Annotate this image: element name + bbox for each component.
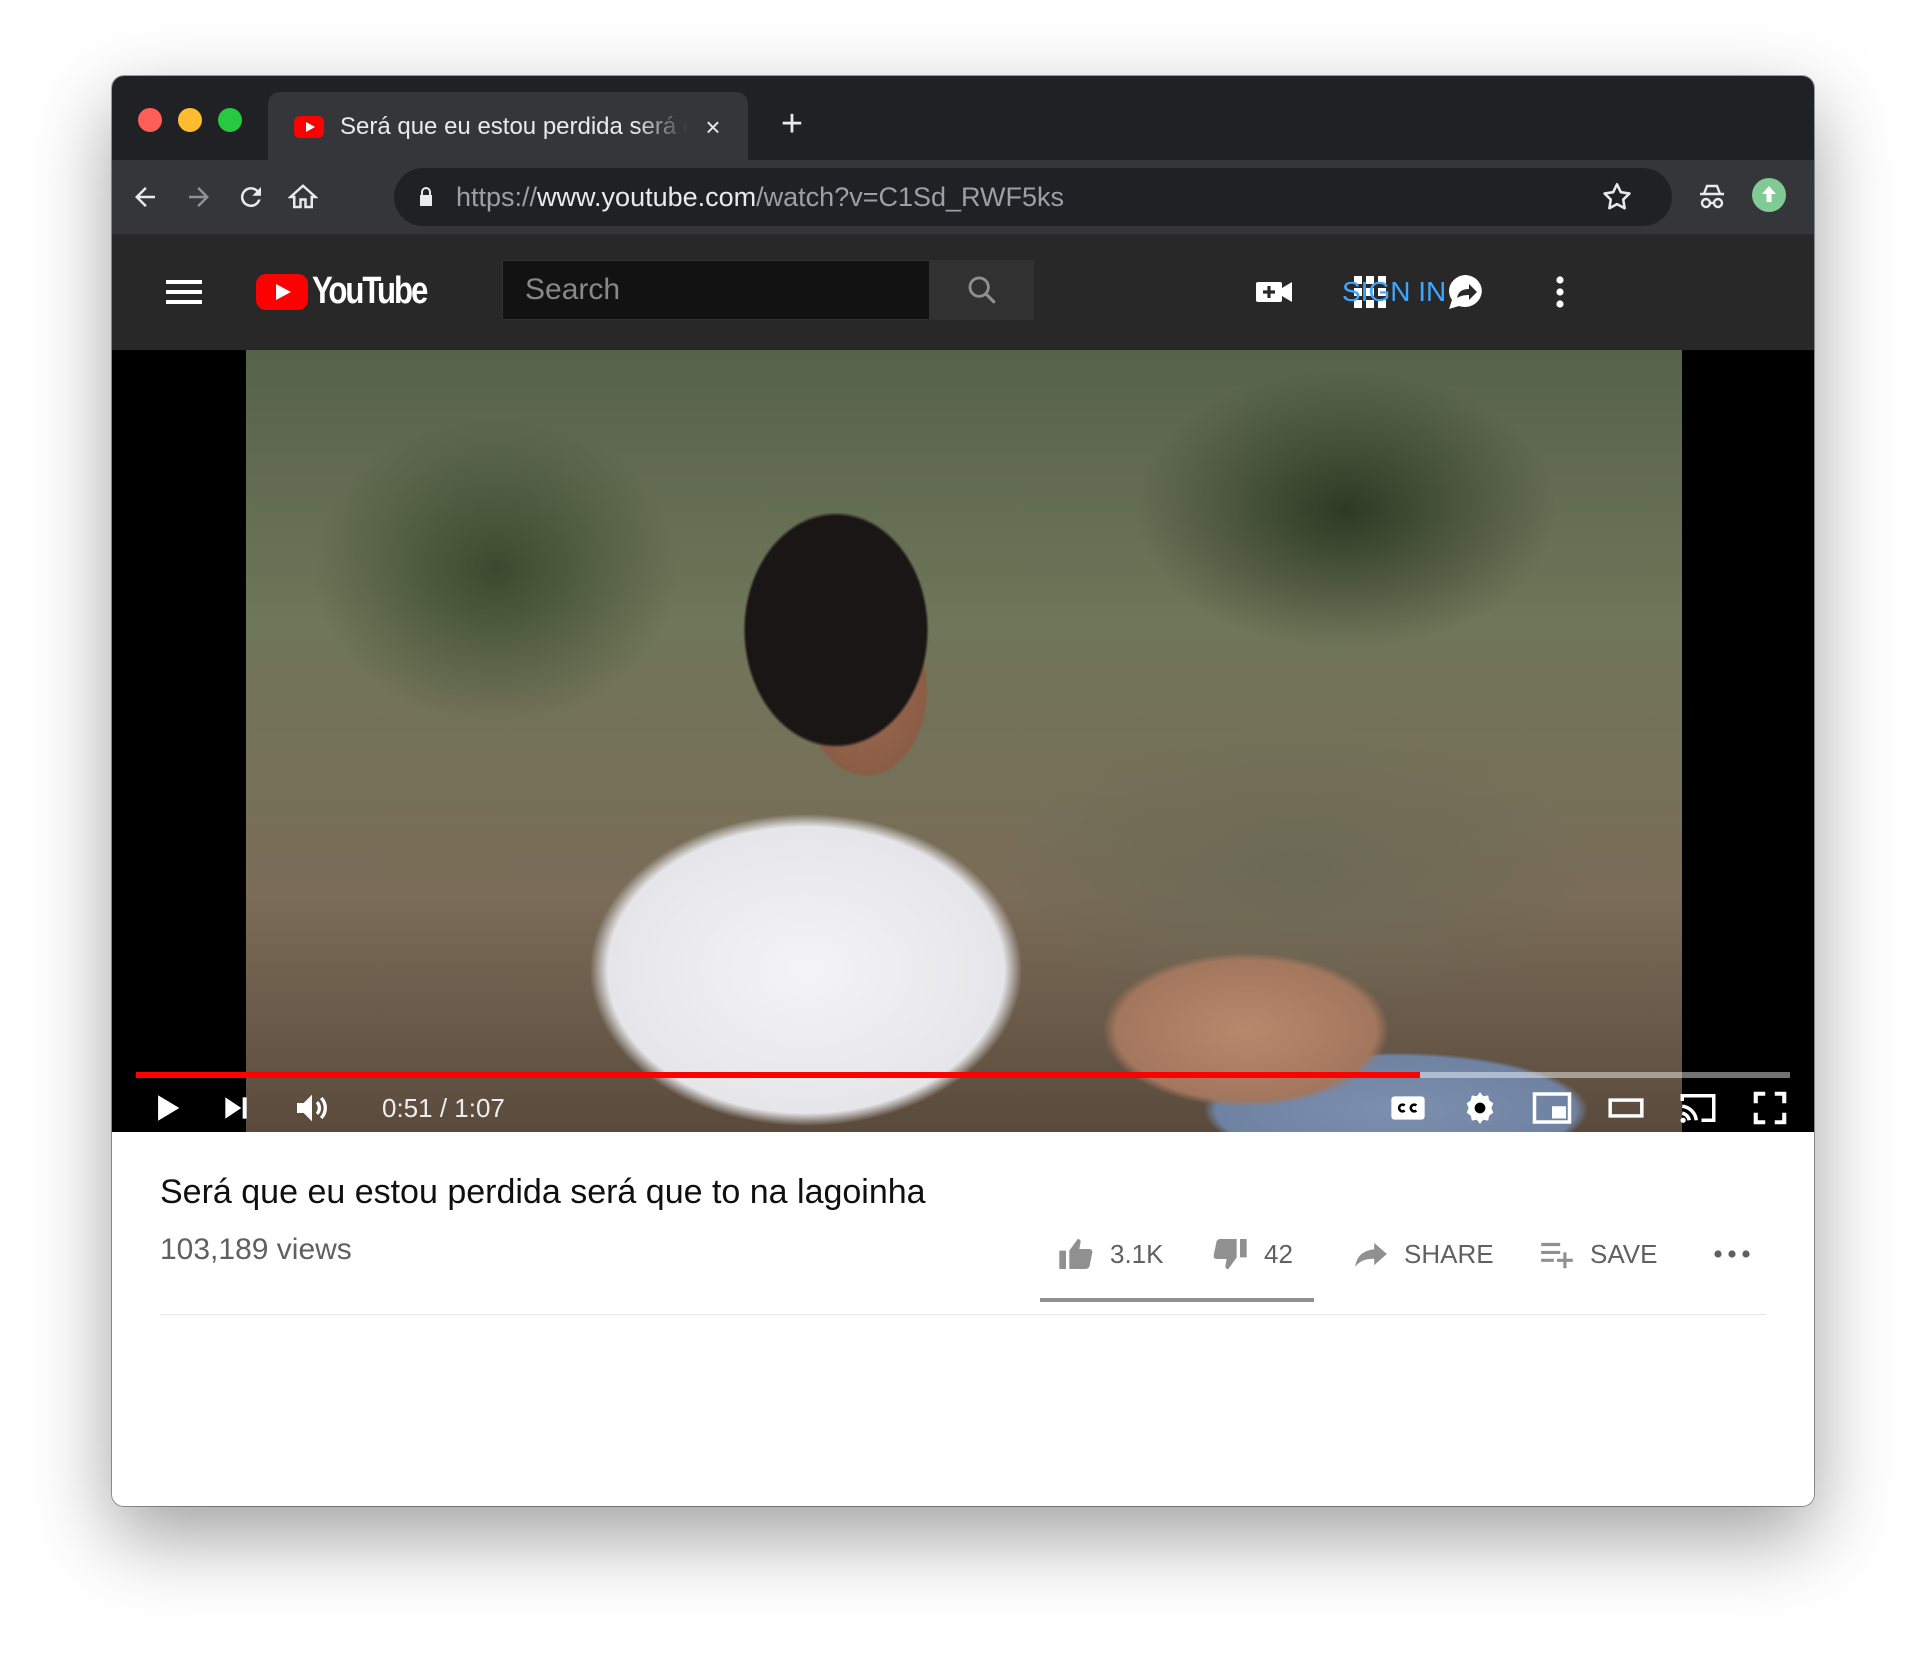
mute-button[interactable]	[290, 1086, 334, 1130]
back-arrow-icon	[135, 187, 155, 207]
hamburger-menu-icon[interactable]	[164, 276, 204, 308]
sentiment-bar	[1040, 1298, 1314, 1302]
subtitles-button[interactable]	[1386, 1086, 1430, 1130]
like-button[interactable]: 3.1K	[1056, 1234, 1164, 1274]
save-label: SAVE	[1590, 1238, 1658, 1269]
next-button[interactable]	[214, 1086, 258, 1130]
more-vert-icon[interactable]	[1540, 272, 1580, 312]
youtube-favicon-icon	[294, 116, 324, 138]
youtube-play-logo-icon	[256, 274, 308, 310]
search-input[interactable]	[503, 261, 929, 319]
tab-title: Será que eu estou perdida será que to na…	[340, 113, 688, 140]
new-tab-button[interactable]: +	[772, 104, 812, 144]
share-button[interactable]: SHARE	[1352, 1234, 1494, 1274]
home-button[interactable]	[282, 176, 324, 218]
thumbs-down-icon	[1213, 1239, 1247, 1269]
time-separator: /	[432, 1093, 455, 1123]
maximize-window-button[interactable]	[218, 108, 242, 132]
save-button[interactable]: SAVE	[1538, 1234, 1657, 1274]
video-player[interactable]: 0:51 / 1:07	[112, 350, 1814, 1132]
profile-avatar[interactable]	[1752, 178, 1786, 212]
time-display: 0:51 / 1:07	[382, 1090, 505, 1126]
messages-icon[interactable]	[1446, 272, 1486, 312]
dislike-count: 42	[1264, 1238, 1293, 1269]
play-button[interactable]	[146, 1086, 190, 1130]
time-current: 0:51	[382, 1093, 433, 1123]
close-window-button[interactable]	[138, 108, 162, 132]
fullscreen-button[interactable]	[1748, 1086, 1792, 1130]
reload-icon	[240, 187, 261, 208]
url-text[interactable]: https://www.youtube.com/watch?v=C1Sd_RWF…	[456, 181, 1064, 213]
forward-arrow-icon	[189, 187, 209, 207]
search-box	[502, 260, 930, 320]
share-label: SHARE	[1404, 1238, 1494, 1269]
playlist-add-icon	[1541, 1242, 1573, 1269]
volume-icon	[297, 1094, 327, 1122]
url-scheme: https://	[456, 182, 538, 212]
url-host: www.youtube.com	[537, 182, 757, 212]
fullscreen-icon	[1753, 1091, 1787, 1125]
video-title: Será que eu estou perdida será que to na…	[160, 1173, 926, 1211]
settings-button[interactable]	[1458, 1086, 1502, 1130]
miniplayer-icon	[1532, 1092, 1572, 1124]
browser-window: Será que eu estou perdida será que to na…	[112, 76, 1814, 1506]
share-arrow-icon	[1355, 1242, 1387, 1267]
miniplayer-button[interactable]	[1530, 1086, 1574, 1130]
player-controls: 0:51 / 1:07	[112, 1080, 1814, 1132]
skip-next-icon	[225, 1097, 247, 1119]
tab-strip: Será que eu estou perdida será que to na…	[112, 76, 1814, 160]
home-icon	[288, 184, 318, 209]
time-duration: 1:07	[454, 1093, 505, 1123]
sign-in-button[interactable]: SIGN IN	[1342, 272, 1446, 312]
back-button[interactable]	[124, 176, 166, 218]
browser-toolbar: https://www.youtube.com/watch?v=C1Sd_RWF…	[112, 160, 1814, 234]
create-video-icon[interactable]	[1254, 272, 1294, 312]
info-divider	[160, 1314, 1766, 1315]
view-count: 103,189 views	[160, 1233, 352, 1266]
dislike-button[interactable]: 42	[1210, 1234, 1293, 1274]
theater-mode-button[interactable]	[1604, 1086, 1648, 1130]
update-arrow-icon	[1762, 186, 1776, 202]
cast-icon	[1680, 1094, 1716, 1123]
youtube-masthead: YouTube SIGN IN	[112, 234, 1814, 350]
closed-captions-icon	[1391, 1096, 1425, 1120]
more-actions-button[interactable]	[1710, 1234, 1768, 1274]
url-path: /watch?v=C1Sd_RWF5ks	[756, 182, 1065, 212]
incognito-icon[interactable]	[1692, 176, 1732, 216]
address-bar[interactable]: https://www.youtube.com/watch?v=C1Sd_RWF…	[394, 168, 1672, 226]
minimize-window-button[interactable]	[178, 108, 202, 132]
search-icon	[968, 276, 996, 304]
theater-mode-icon	[1608, 1098, 1644, 1118]
reload-button[interactable]	[230, 176, 272, 218]
cast-button[interactable]	[1676, 1086, 1720, 1130]
lock-icon	[420, 187, 432, 206]
browser-tab[interactable]: Será que eu estou perdida será que to na…	[268, 92, 748, 160]
bookmark-star-icon[interactable]	[1600, 180, 1634, 214]
search-button[interactable]	[930, 260, 1034, 320]
play-icon	[158, 1095, 180, 1121]
forward-button[interactable]	[178, 176, 220, 218]
progress-bar-played	[136, 1072, 1420, 1078]
tab-close-button[interactable]: ×	[698, 112, 728, 142]
video-info: Será que eu estou perdida será que to na…	[112, 1132, 1814, 1506]
gear-icon	[1466, 1092, 1494, 1124]
more-horiz-icon	[1714, 1250, 1750, 1258]
progress-bar[interactable]	[136, 1072, 1790, 1078]
video-frame[interactable]	[246, 350, 1682, 1132]
like-count: 3.1K	[1110, 1238, 1164, 1269]
youtube-wordmark: YouTube	[312, 270, 428, 312]
thumbs-up-icon	[1059, 1239, 1093, 1269]
